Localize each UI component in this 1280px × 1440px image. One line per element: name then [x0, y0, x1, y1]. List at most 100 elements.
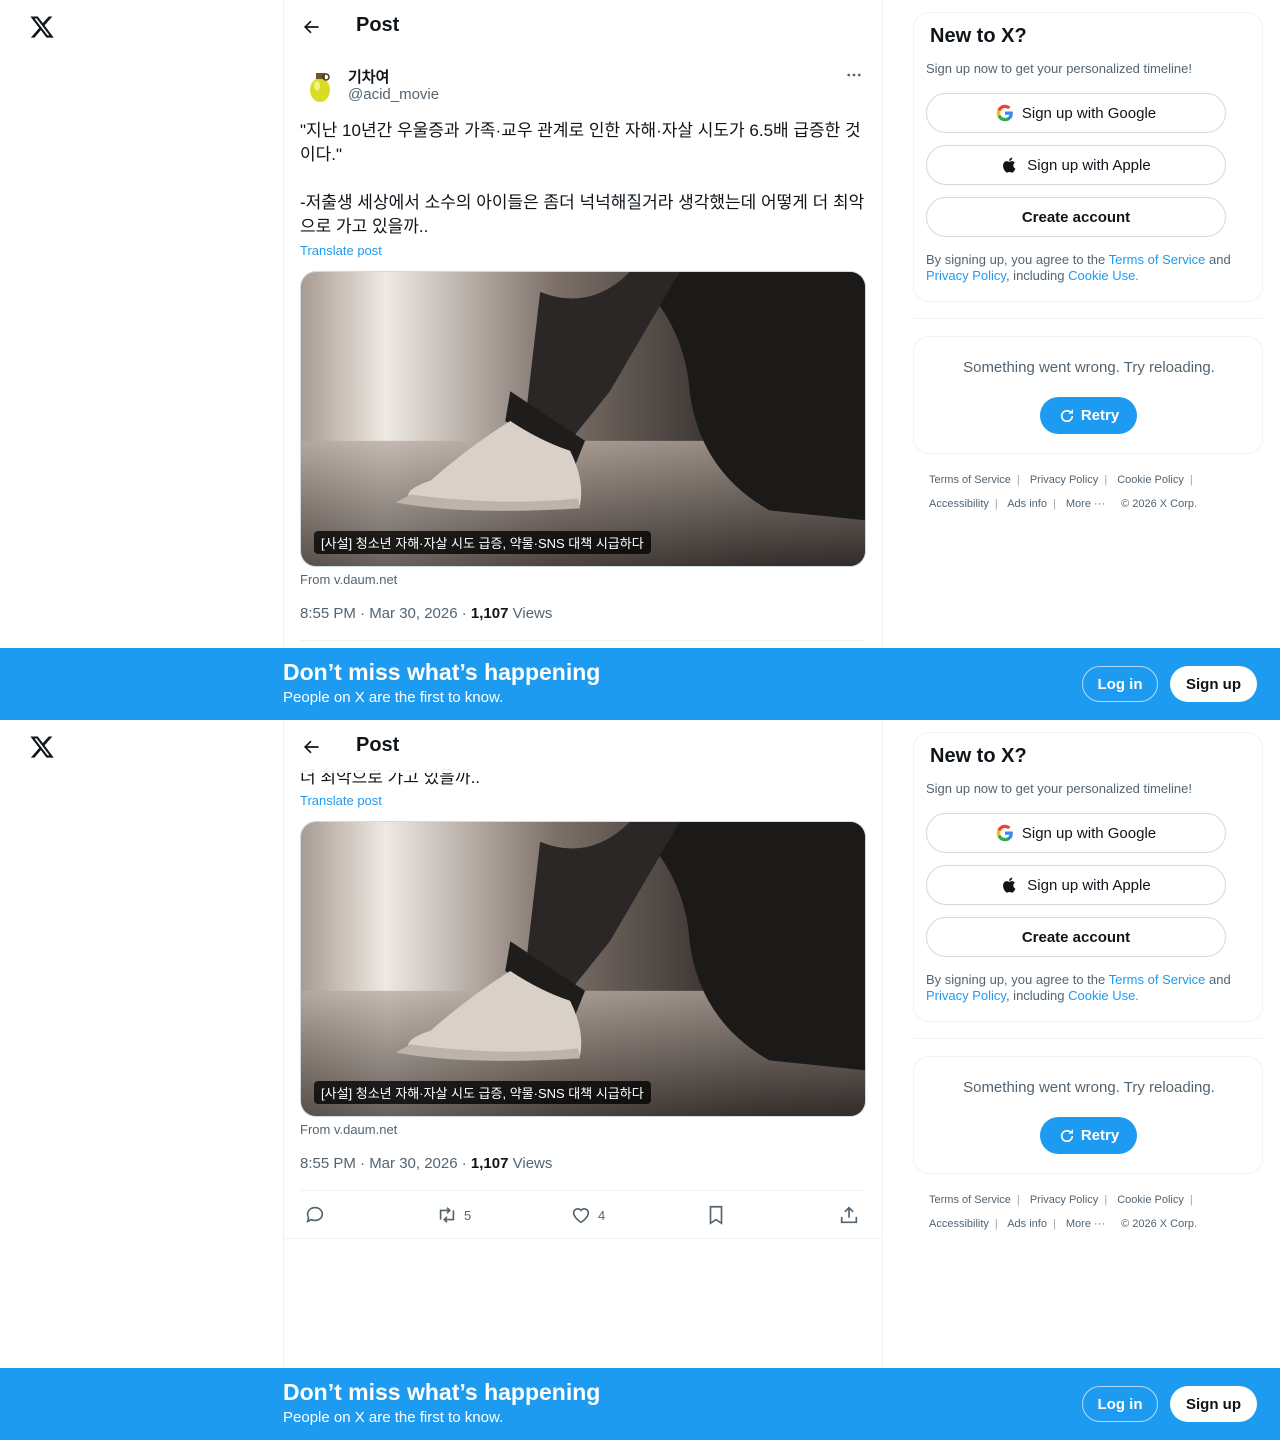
signup-subtitle: Sign up now to get your personalized tim… — [926, 61, 1192, 76]
repost-button[interactable]: 5 — [436, 1204, 471, 1226]
footer-terms[interactable]: Terms of Service — [929, 474, 1011, 486]
legal-including: , including — [1005, 988, 1069, 1003]
google-icon — [996, 104, 1013, 122]
footer-ads-info[interactable]: Ads info — [1007, 1218, 1047, 1230]
like-button[interactable]: 4 — [570, 1204, 605, 1226]
media-caption: [사설] 청소년 자해·자살 시도 급증, 약물·SNS 대책 시급하다 — [314, 1081, 651, 1104]
error-card: Something went wrong. Try reloading. Ret… — [913, 336, 1263, 454]
legal-and: and — [1205, 252, 1231, 267]
error-message: Something went wrong. Try reloading. — [963, 359, 1215, 376]
apple-signup-button[interactable]: Sign up with Apple — [926, 865, 1226, 905]
bookmark-icon — [709, 1205, 723, 1225]
views-label: Views — [508, 1155, 553, 1172]
screen-scrolled: Post 더 최악으로 가고 있을까.. Translate post [사설]… — [0, 720, 1280, 1440]
login-button[interactable]: Log in — [1082, 1386, 1158, 1422]
terms-link[interactable]: Terms of Service — [1109, 972, 1206, 987]
footer-more[interactable]: More ··· — [1066, 1218, 1105, 1230]
post-media[interactable]: [사설] 청소년 자해·자살 시도 급증, 약물·SNS 대책 시급하다 — [300, 821, 866, 1117]
apple-icon — [1003, 157, 1016, 173]
footer-terms[interactable]: Terms of Service — [929, 1194, 1011, 1206]
footer-ads-info[interactable]: Ads info — [1007, 498, 1047, 510]
apple-icon — [1003, 877, 1016, 893]
legal-pre: By signing up, you agree to the — [926, 252, 1109, 267]
post-media[interactable]: [사설] 청소년 자해·자살 시도 급증, 약물·SNS 대책 시급하다 — [300, 271, 866, 567]
reply-icon — [306, 1206, 324, 1223]
post-meta: 8:55 PM · Mar 30, 2026 · 1,107 Views — [300, 1155, 552, 1172]
footer-copyright: © 2026 X Corp. — [1121, 498, 1198, 510]
signup-button[interactable]: Sign up — [1170, 666, 1257, 702]
signup-button[interactable]: Sign up — [1170, 1386, 1257, 1422]
create-account-button[interactable]: Create account — [926, 917, 1226, 957]
error-card: Something went wrong. Try reloading. Ret… — [913, 1056, 1263, 1174]
error-message: Something went wrong. Try reloading. — [963, 1079, 1215, 1096]
login-button[interactable]: Log in — [1082, 666, 1158, 702]
footer-copyright: © 2026 X Corp. — [1121, 1218, 1198, 1230]
header-bar: Post — [284, 0, 882, 53]
footer-cookie[interactable]: Cookie Policy — [1117, 1194, 1184, 1206]
media-photo — [301, 822, 865, 1116]
signup-legal-text: By signing up, you agree to the Terms of… — [926, 972, 1256, 1004]
primary-column: Post 기차여 @acid_movie "지난 10년간 우울증과 가족·교우… — [283, 0, 883, 720]
create-account-button[interactable]: Create account — [926, 197, 1226, 237]
share-button[interactable] — [838, 1204, 860, 1226]
bookmark-button[interactable] — [705, 1204, 727, 1226]
legal-including: , including — [1005, 268, 1069, 283]
signup-card: New to X? Sign up now to get your person… — [913, 12, 1263, 302]
banner-title: Don’t miss what’s happening — [283, 1379, 601, 1405]
footer-privacy[interactable]: Privacy Policy — [1030, 1194, 1098, 1206]
back-button[interactable] — [298, 734, 324, 760]
signup-title: New to X? — [930, 745, 1027, 767]
footer-privacy[interactable]: Privacy Policy — [1030, 474, 1098, 486]
like-icon — [572, 1208, 590, 1224]
footer-links-row-1: Terms of Service | Privacy Policy | Cookie… — [929, 1194, 1193, 1206]
legal-pre: By signing up, you agree to the — [926, 972, 1109, 987]
footer-links-row-1: Terms of Service | Privacy Policy | Cookie… — [929, 474, 1193, 486]
google-signup-label: Sign up with Google — [1021, 104, 1157, 122]
signup-legal-text: By signing up, you agree to the Terms of… — [926, 252, 1256, 284]
back-arrow-icon — [303, 20, 319, 34]
privacy-link[interactable]: Privacy Policy — [926, 988, 1006, 1003]
cookie-link[interactable]: Cookie Use. — [1068, 988, 1139, 1003]
footer-accessibility[interactable]: Accessibility — [929, 1218, 989, 1230]
back-button[interactable] — [298, 14, 324, 40]
banner-subtitle: People on X are the first to know. — [283, 689, 504, 706]
translate-link[interactable]: Translate post — [300, 793, 382, 808]
apple-signup-button[interactable]: Sign up with Apple — [926, 145, 1226, 185]
more-button[interactable] — [840, 64, 868, 86]
terms-link[interactable]: Terms of Service — [1109, 252, 1206, 267]
divider — [913, 1038, 1263, 1039]
divider — [300, 640, 866, 641]
google-signup-button[interactable]: Sign up with Google — [926, 93, 1226, 133]
link-source[interactable]: From v.daum.net — [300, 1122, 397, 1137]
post-time[interactable]: 8:55 PM · Mar 30, 2026 · — [300, 1155, 471, 1172]
media-caption: [사설] 청소년 자해·자살 시도 급증, 약물·SNS 대책 시급하다 — [314, 531, 651, 554]
apple-signup-label: Sign up with Apple — [1027, 156, 1151, 174]
share-icon — [840, 1206, 858, 1224]
avatar[interactable] — [300, 66, 340, 106]
privacy-link[interactable]: Privacy Policy — [926, 268, 1006, 283]
link-source[interactable]: From v.daum.net — [300, 572, 397, 587]
like-count: 4 — [598, 1207, 606, 1223]
signup-title: New to X? — [930, 25, 1027, 47]
retry-button[interactable]: Retry — [1040, 397, 1137, 434]
footer-cookie[interactable]: Cookie Policy — [1117, 474, 1184, 486]
views-count: 1,107 — [470, 605, 509, 622]
x-logo-icon[interactable] — [29, 14, 55, 40]
reply-button[interactable] — [304, 1204, 326, 1226]
author-handle[interactable]: @acid_movie — [348, 86, 439, 103]
footer-accessibility[interactable]: Accessibility — [929, 498, 989, 510]
x-logo-icon[interactable] — [29, 734, 55, 760]
repost-count: 5 — [464, 1207, 472, 1223]
signup-subtitle: Sign up now to get your personalized tim… — [926, 781, 1192, 796]
post-time[interactable]: 8:55 PM · Mar 30, 2026 · — [300, 605, 471, 622]
author-name[interactable]: 기차여 — [348, 66, 389, 87]
media-photo — [301, 272, 865, 566]
cookie-link[interactable]: Cookie Use. — [1068, 268, 1139, 283]
google-signup-button[interactable]: Sign up with Google — [926, 813, 1226, 853]
legal-and: and — [1205, 972, 1231, 987]
translate-link[interactable]: Translate post — [300, 243, 382, 258]
footer-more[interactable]: More ··· — [1066, 498, 1105, 510]
retry-button[interactable]: Retry — [1040, 1117, 1137, 1154]
repost-icon — [439, 1207, 455, 1223]
post-meta: 8:55 PM · Mar 30, 2026 · 1,107 Views — [300, 605, 552, 622]
